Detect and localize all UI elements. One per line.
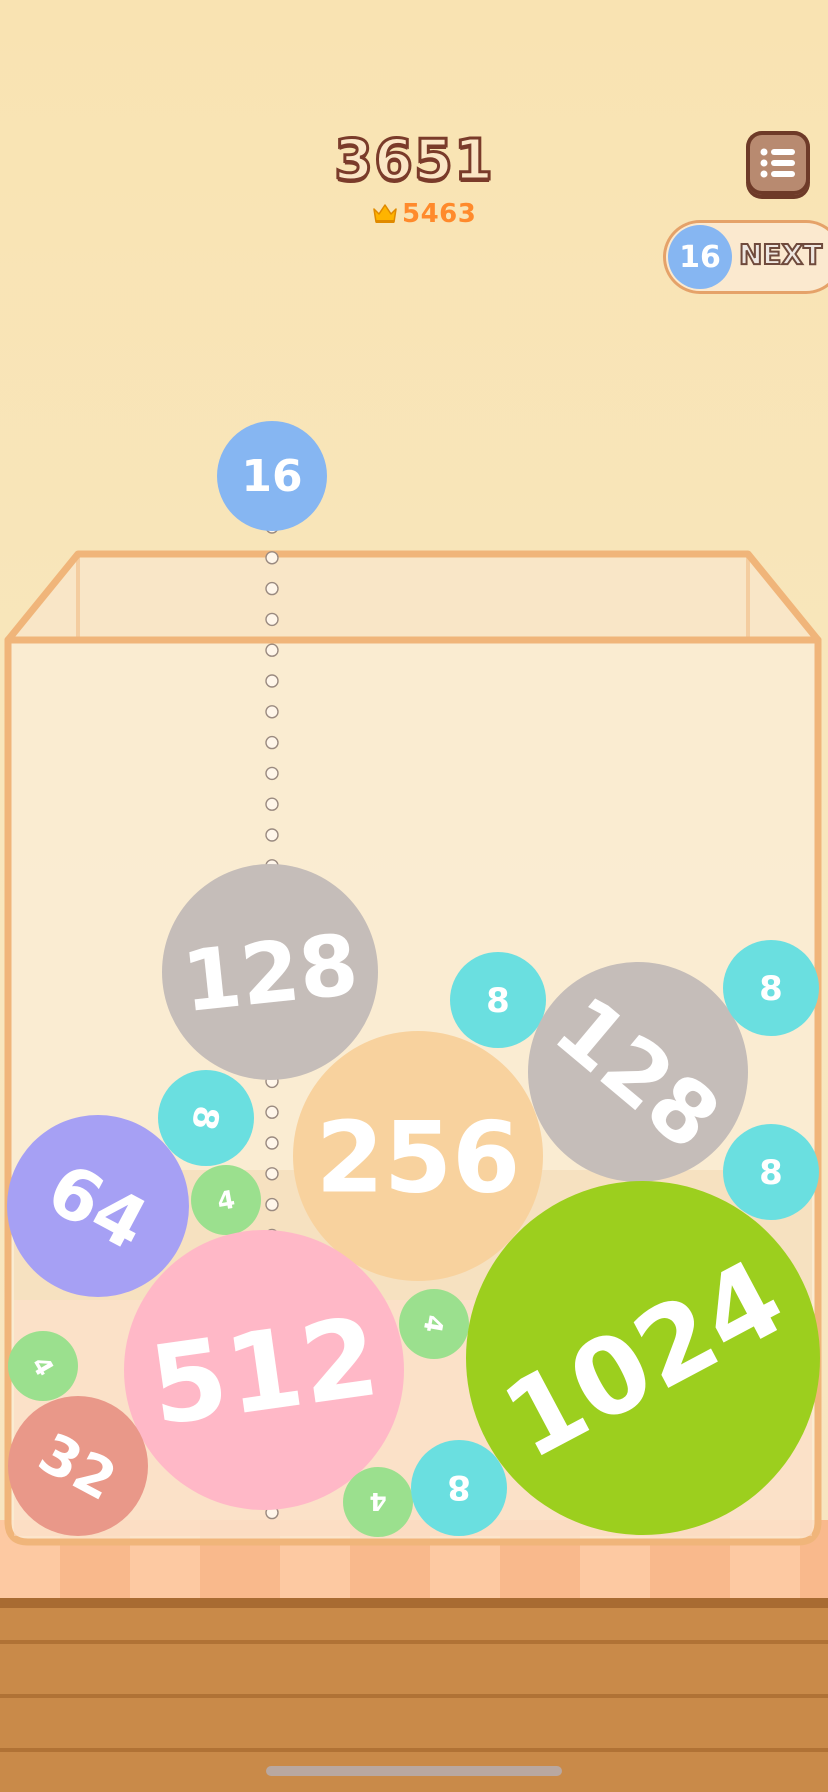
best-score: 5463 [372,198,476,230]
ball-1024: 1024 [466,1181,820,1535]
menu-button[interactable] [746,131,810,195]
aim-dot [265,797,279,811]
wooden-table [0,1598,828,1792]
aim-dot [265,674,279,688]
ball-4: 4 [343,1467,413,1537]
aim-dot [265,612,279,627]
ball-8: 8 [411,1440,507,1536]
aim-dot [265,828,279,842]
ball-8: 8 [723,940,819,1036]
dropper-ball-value: 16 [241,451,302,502]
ball-value: 8 [447,1467,471,1507]
menu-list-icon [760,148,795,178]
ball-4: 4 [399,1289,469,1359]
ball-4: 4 [8,1331,78,1401]
aim-dot [265,1167,279,1181]
aim-dot [265,643,279,657]
crown-icon [373,204,397,223]
ball-value: 8 [759,1153,783,1193]
current-score: 3651 [333,127,495,195]
next-ball: 16 [668,225,732,289]
dropper-ball[interactable]: 16 [217,421,327,531]
aim-dot [265,1105,279,1119]
ball-4: 4 [191,1165,261,1235]
ball-512: 512 [124,1230,404,1510]
home-indicator[interactable] [266,1766,562,1776]
ball-value: 8 [486,981,510,1021]
ball-8: 8 [450,952,546,1048]
aim-dot [265,581,279,596]
ball-32: 32 [8,1396,148,1536]
ball-value: 256 [316,1101,521,1215]
aim-dot [265,1136,279,1150]
ball-64: 64 [7,1115,189,1297]
ball-128: 128 [162,864,378,1080]
ball-value: 4 [369,1487,386,1516]
aim-dot [265,1197,279,1212]
next-label: NEXT [738,237,823,272]
aim-dot [265,551,279,565]
ball-value: 128 [178,915,363,1031]
ball-8: 8 [723,1124,819,1220]
ball-256: 256 [293,1031,543,1281]
ball-128: 128 [528,962,748,1182]
best-score-value: 5463 [402,199,477,229]
aim-dot [265,766,279,781]
aim-dot [265,705,279,719]
ball-value: 8 [759,969,783,1009]
ball-8: 8 [158,1070,254,1166]
aim-dot [265,735,279,750]
